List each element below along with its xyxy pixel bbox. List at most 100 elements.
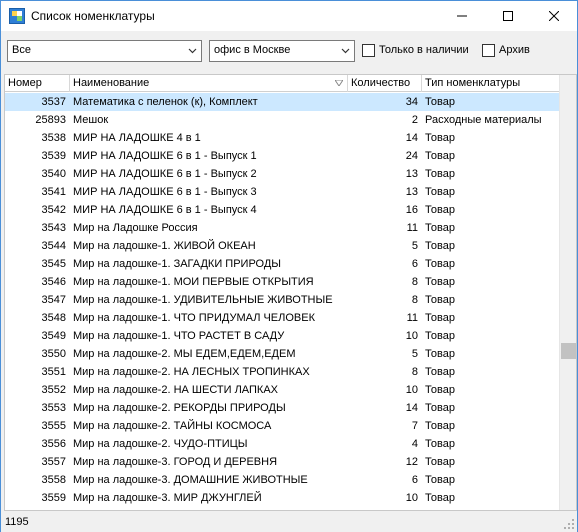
cell-number: 3558 (41, 474, 66, 486)
cell-number: 3542 (41, 204, 66, 216)
cell-qty: 11 (406, 312, 418, 324)
title-bar[interactable]: Список номенклатуры (1, 1, 577, 31)
vertical-scrollbar[interactable] (559, 75, 576, 510)
maximize-button[interactable] (485, 1, 531, 31)
table-row[interactable]: 3537 Математика с пеленок (к), Комплект 34… (5, 93, 561, 111)
cell-qty: 2 (411, 114, 418, 126)
table-row[interactable]: 3557 Мир на ладошке-3. ГОРОД И ДЕРЕВНЯ 12 Т… (5, 453, 561, 471)
status-bar: 1195 (1, 512, 577, 532)
cell-number: 3559 (41, 492, 66, 504)
cell-qty: 7 (411, 420, 418, 432)
cell-type: Товар (425, 366, 455, 378)
table-row[interactable]: 3544 Мир на ладошке-1. ЖИВОЙ ОКЕАН 5 Товар (5, 237, 561, 255)
cell-qty: 5 (411, 348, 418, 360)
table-row[interactable]: 3546 Мир на ладошке-1. МОИ ПЕРВЫЕ ОТКРЫТИ… (5, 273, 561, 291)
cell-qty: 13 (405, 186, 418, 198)
table-row[interactable]: 3542 МИР НА ЛАДОШКЕ 6 в 1 - Выпуск 4 16 Тов… (5, 201, 561, 219)
archive-label: Архив (499, 44, 530, 56)
cell-name: Мир на ладошке-2. НА ЛЕСНЫХ ТРОПИНКАХ (73, 366, 310, 378)
cell-type: Товар (425, 456, 455, 468)
table-row[interactable]: 3549 Мир на ладошке-1. ЧТО РАСТЕТ В САДУ 1… (5, 327, 561, 345)
cell-number: 3551 (41, 366, 66, 378)
header-qty[interactable]: Количество (348, 75, 422, 92)
cell-number: 3540 (41, 168, 66, 180)
table-row[interactable]: 3555 Мир на ладошке-2. ТАЙНЫ КОСМОСА 7 Това… (5, 417, 561, 435)
cell-type: Товар (425, 402, 455, 414)
minimize-icon (457, 15, 467, 17)
cell-name: Мир на ладошке-1. ЖИВОЙ ОКЕАН (73, 240, 256, 252)
table-row[interactable]: 25893 Мешок 2 Расходные материалы (5, 111, 561, 129)
cell-type: Товар (425, 186, 455, 198)
cell-qty: 6 (411, 474, 418, 486)
table-header: Номер Наименование Количество Тип номенк… (5, 75, 561, 92)
cell-type: Товар (425, 492, 455, 504)
cell-qty: 16 (405, 204, 418, 216)
table-row[interactable]: 3538 МИР НА ЛАДОШКЕ 4 в 1 14 Товар (5, 129, 561, 147)
close-button[interactable] (531, 1, 577, 31)
location-select[interactable]: офис в Москве (209, 40, 355, 62)
cell-name: Математика с пеленок (к), Комплект (73, 96, 258, 108)
table-row[interactable]: 3551 Мир на ладошке-2. НА ЛЕСНЫХ ТРОПИНКА… (5, 363, 561, 381)
header-number[interactable]: Номер (5, 75, 70, 92)
cell-name: МИР НА ЛАДОШКЕ 4 в 1 (73, 132, 201, 144)
archive-checkbox[interactable]: Архив (482, 42, 530, 58)
table-row[interactable]: 3558 Мир на ладошке-3. ДОМАШНИЕ ЖИВОТНЫЕ 6… (5, 471, 561, 489)
cell-qty: 24 (405, 150, 418, 162)
table-row[interactable]: 3550 Мир на ладошке-2. МЫ ЕДЕМ,ЕДЕМ,ЕДЕМ 5… (5, 345, 561, 363)
cell-qty: 34 (405, 96, 418, 108)
cell-type: Товар (425, 150, 455, 162)
checkbox-box[interactable] (362, 43, 375, 57)
cell-qty: 8 (411, 366, 418, 378)
cell-qty: 4 (411, 438, 418, 450)
header-name[interactable]: Наименование (70, 75, 348, 92)
cell-qty: 10 (405, 384, 418, 396)
filter-icon[interactable] (335, 80, 343, 86)
cell-qty: 8 (411, 294, 418, 306)
cell-name: МИР НА ЛАДОШКЕ 6 в 1 - Выпуск 3 (73, 186, 257, 198)
cell-type: Товар (425, 348, 455, 360)
cell-name: МИР НА ЛАДОШКЕ 6 в 1 - Выпуск 4 (73, 204, 257, 216)
table-row[interactable]: 3553 Мир на ладошке-2. РЕКОРДЫ ПРИРОДЫ 14 Т… (5, 399, 561, 417)
cell-number: 3556 (41, 438, 66, 450)
table-row[interactable]: 3559 Мир на ладошке-3. МИР ДЖУНГЛЕЙ 10 Това… (5, 489, 561, 507)
table-row[interactable]: 3541 МИР НА ЛАДОШКЕ 6 в 1 - Выпуск 3 13 Тов… (5, 183, 561, 201)
cell-name: Мир на Ладошке Россия (73, 222, 198, 234)
cell-number: 3545 (41, 258, 66, 270)
cell-name: Мир на ладошке-1. МОИ ПЕРВЫЕ ОТКРЫТИЯ (73, 276, 314, 288)
cell-number: 3541 (41, 186, 66, 198)
window-title: Список номенклатуры (31, 9, 155, 23)
scrollbar-thumb[interactable] (561, 343, 576, 359)
nomenclature-table[interactable]: Номер Наименование Количество Тип номенк… (4, 74, 577, 511)
cell-number: 3548 (41, 312, 66, 324)
close-icon (549, 11, 559, 21)
cell-qty: 10 (405, 492, 418, 504)
table-body: 3537 Математика с пеленок (к), Комплект 34… (5, 93, 561, 507)
cell-number: 3539 (41, 150, 66, 162)
in-stock-label: Только в наличии (379, 44, 469, 56)
table-row[interactable]: 3556 Мир на ладошке-2. ЧУДО-ПТИЦЫ 4 Товар (5, 435, 561, 453)
cell-type: Товар (425, 258, 455, 270)
table-row[interactable]: 3548 Мир на ладошке-1. ЧТО ПРИДУМАЛ ЧЕЛОВ… (5, 309, 561, 327)
cell-type: Товар (425, 204, 455, 216)
checkbox-box[interactable] (482, 43, 495, 57)
header-type[interactable]: Тип номенклатуры (422, 75, 561, 92)
category-select[interactable]: Все (7, 40, 202, 62)
cell-name: Мир на ладошке-2. РЕКОРДЫ ПРИРОДЫ (73, 402, 286, 414)
table-row[interactable]: 3543 Мир на Ладошке Россия 11 Товар (5, 219, 561, 237)
minimize-button[interactable] (439, 1, 485, 31)
table-row[interactable]: 3547 Мир на ладошке-1. УДИВИТЕЛЬНЫЕ ЖИВОТ… (5, 291, 561, 309)
cell-type: Товар (425, 276, 455, 288)
record-count: 1195 (5, 516, 29, 528)
app-icon (9, 8, 25, 24)
cell-qty: 12 (405, 456, 418, 468)
table-row[interactable]: 3545 Мир на ладошке-1. ЗАГАДКИ ПРИРОДЫ 6 То… (5, 255, 561, 273)
cell-qty: 14 (405, 402, 418, 414)
cell-type: Товар (425, 222, 455, 234)
table-row[interactable]: 3552 Мир на ладошке-2. НА ШЕСТИ ЛАПКАХ 10 Т… (5, 381, 561, 399)
category-value: Все (12, 44, 31, 56)
resize-grip-icon[interactable] (563, 518, 575, 530)
cell-number: 3549 (41, 330, 66, 342)
table-row[interactable]: 3539 МИР НА ЛАДОШКЕ 6 в 1 - Выпуск 1 24 Тов… (5, 147, 561, 165)
table-row[interactable]: 3540 МИР НА ЛАДОШКЕ 6 в 1 - Выпуск 2 13 Тов… (5, 165, 561, 183)
in-stock-checkbox[interactable]: Только в наличии (362, 42, 469, 58)
